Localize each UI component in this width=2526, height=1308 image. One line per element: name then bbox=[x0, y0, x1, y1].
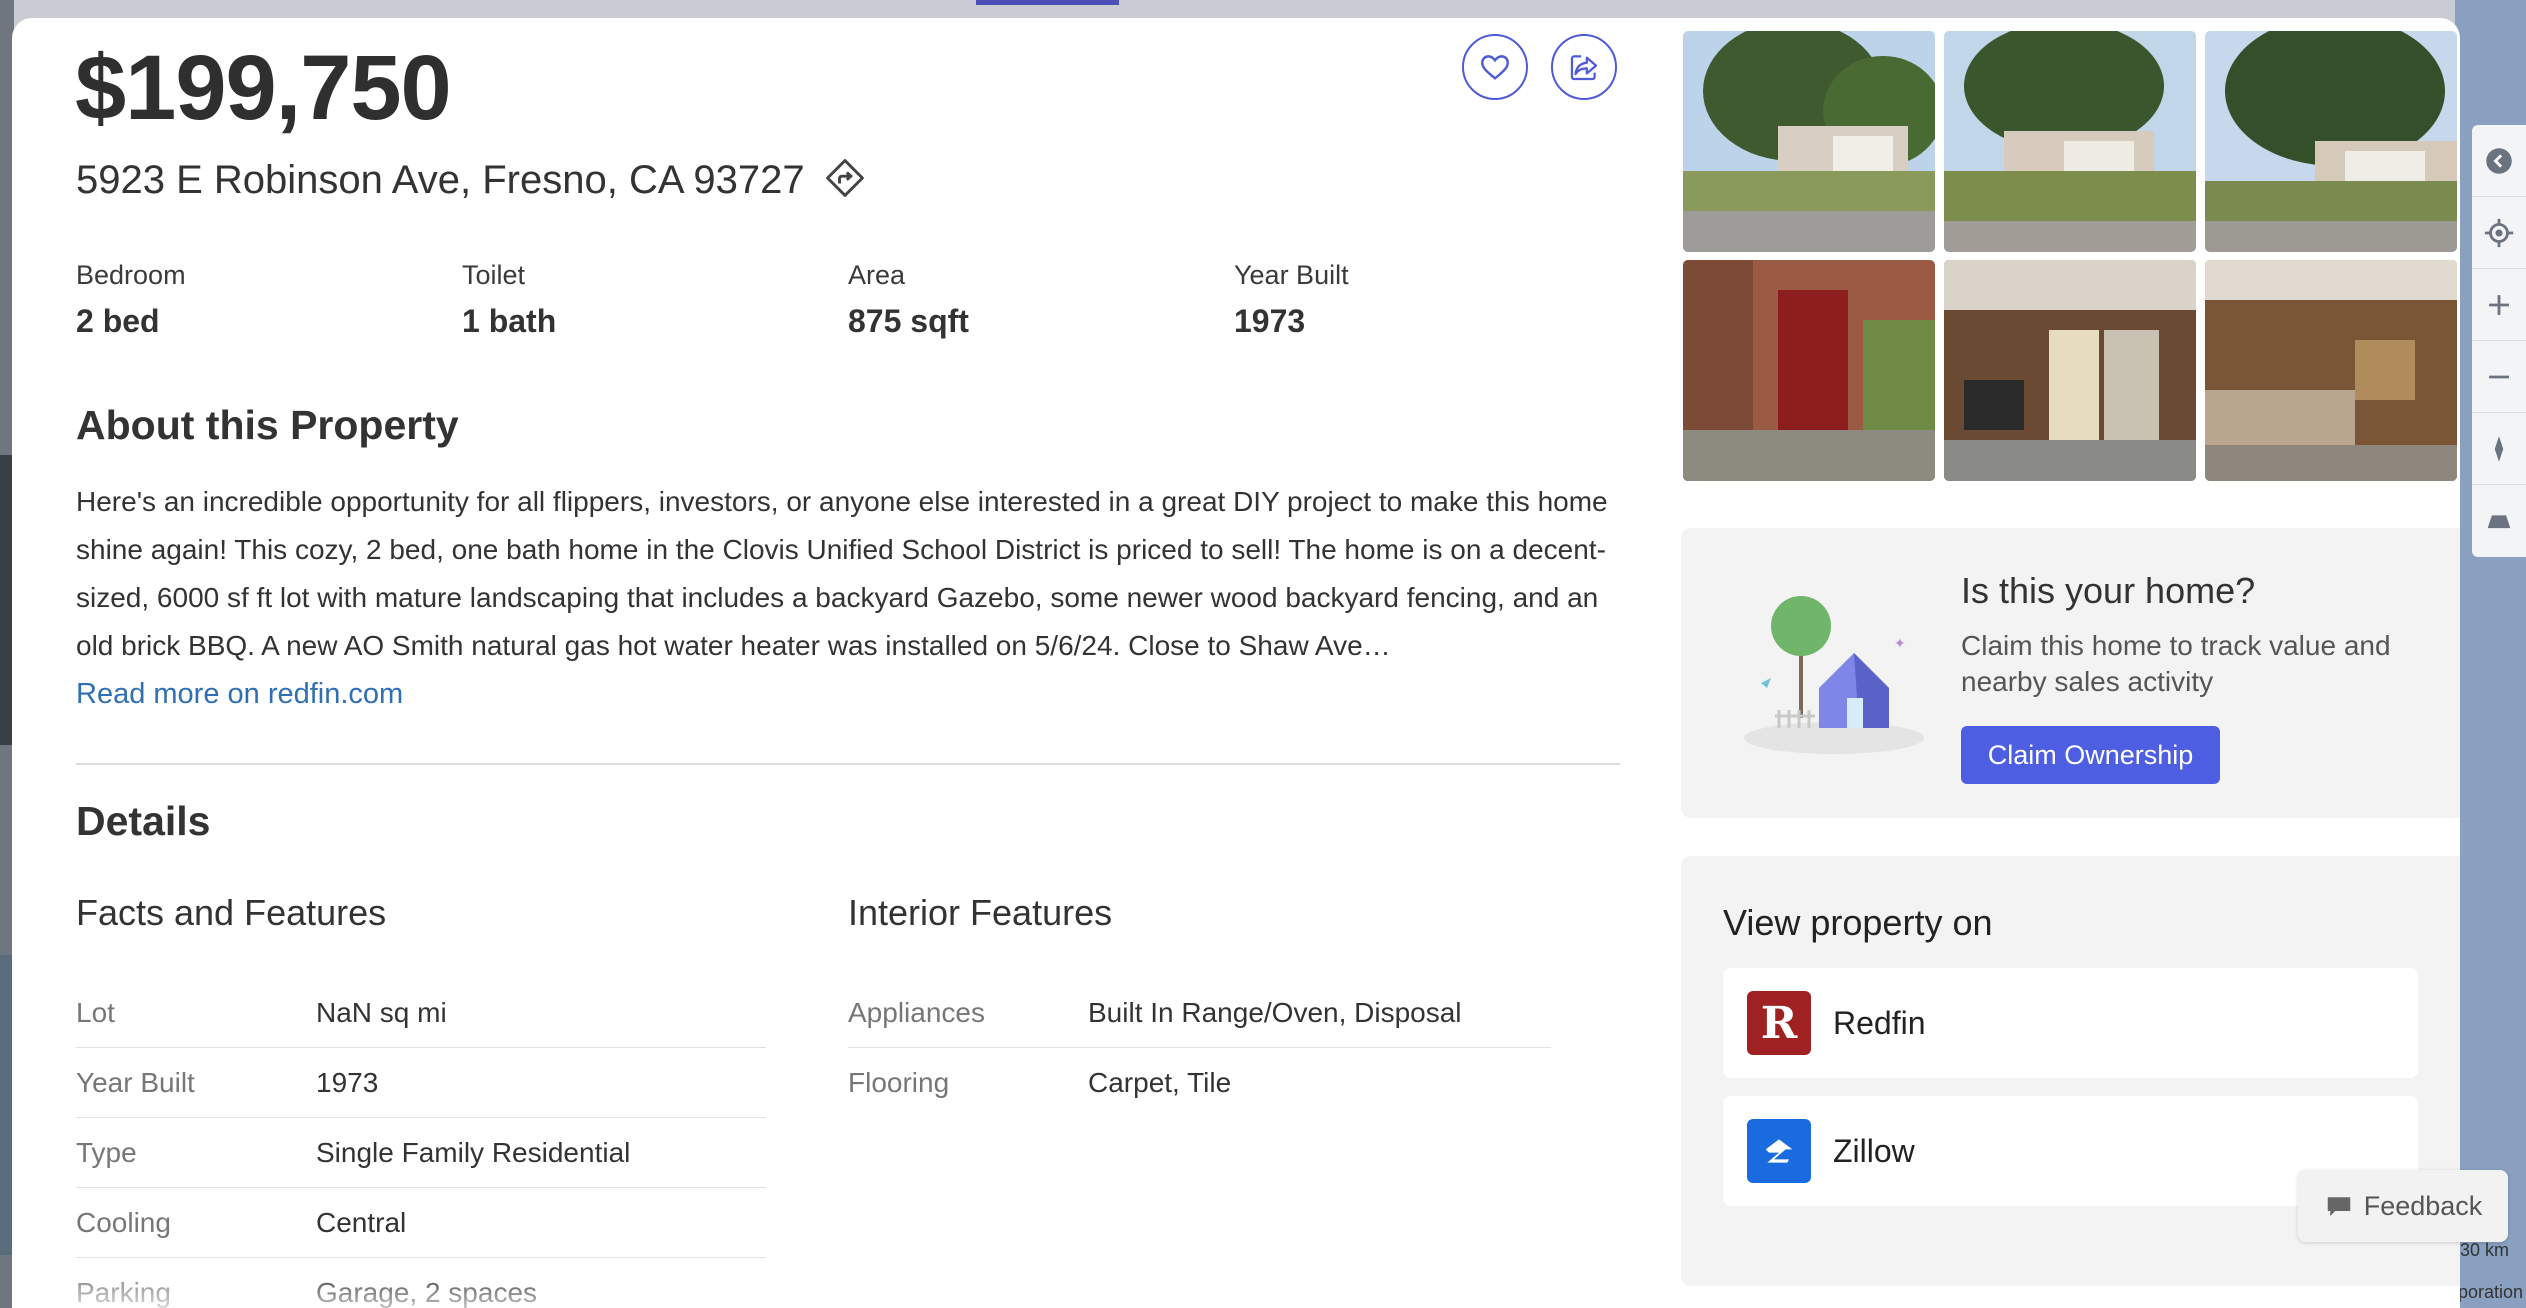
plus-icon bbox=[2489, 294, 2509, 315]
stat-value: 1973 bbox=[1234, 303, 1306, 339]
fact-key: Flooring bbox=[848, 1067, 950, 1098]
table-row: Flooring Carpet, Tile bbox=[848, 1048, 1551, 1118]
fact-key: Lot bbox=[76, 996, 115, 1028]
stat-label: Area bbox=[848, 260, 906, 290]
key-stats: Bedroom 2 bed Toilet 1 bath Area 875 sqf… bbox=[76, 260, 1620, 340]
read-more-link[interactable]: Read more on redfin.com bbox=[76, 670, 403, 718]
map-zoom-in-button[interactable] bbox=[2472, 269, 2526, 341]
facts-table: Lot NaN sq mi Year Built 1973 Type Singl… bbox=[76, 978, 766, 1308]
directions-icon[interactable] bbox=[823, 156, 867, 205]
stat-value: 875 sqft bbox=[848, 303, 969, 339]
redfin-logo-letter: R bbox=[1760, 997, 1798, 1049]
table-row: Appliances Built In Range/Oven, Disposal bbox=[848, 978, 1551, 1048]
fact-value: Central bbox=[316, 1206, 407, 1238]
property-detail-modal: $199,750 5923 E Robinson Ave, Fresno, CA… bbox=[12, 18, 2460, 1308]
stat-label: Toilet bbox=[462, 260, 526, 290]
minus-icon bbox=[2489, 375, 2509, 378]
fact-key: Appliances bbox=[848, 996, 985, 1028]
claim-subtitle: Claim this home to track value and nearb… bbox=[1961, 630, 2391, 697]
table-row: Lot NaN sq mi bbox=[76, 978, 766, 1048]
share-button[interactable] bbox=[1551, 34, 1617, 100]
house-illustration-icon: ✦ bbox=[1744, 596, 1924, 754]
compass-icon bbox=[2494, 435, 2504, 462]
site-name: Redfin bbox=[1833, 1004, 1926, 1041]
map-attribution: poration bbox=[2458, 1282, 2524, 1302]
listing-price: $199,750 bbox=[75, 37, 452, 139]
gallery-photo[interactable] bbox=[2205, 31, 2457, 252]
fact-value: 1973 bbox=[316, 1066, 379, 1098]
listing-address: 5923 E Robinson Ave, Fresno, CA 93727 bbox=[76, 158, 805, 202]
fact-value: Carpet, Tile bbox=[1088, 1067, 1232, 1098]
table-row: Cooling Central bbox=[76, 1188, 766, 1258]
chevron-left-icon bbox=[2486, 147, 2512, 174]
gallery-photo[interactable] bbox=[1944, 260, 2196, 481]
tilt-icon bbox=[2487, 515, 2511, 529]
map-zoom-out-button[interactable] bbox=[2472, 341, 2526, 413]
gallery-photo[interactable] bbox=[1683, 260, 1935, 481]
about-section: Here's an incredible opportunity for all… bbox=[76, 478, 1636, 718]
gallery-photo[interactable] bbox=[2205, 260, 2457, 481]
fact-key: Cooling bbox=[76, 1206, 171, 1238]
stat-value: 2 bed bbox=[76, 303, 160, 339]
share-icon bbox=[1570, 55, 1598, 81]
redfin-logo-icon: R bbox=[1747, 991, 1811, 1055]
claim-ownership-button[interactable]: Claim Ownership bbox=[1961, 726, 2220, 784]
stat-value: 1 bath bbox=[462, 303, 557, 339]
section-divider bbox=[76, 763, 1620, 765]
view-property-title: View property on bbox=[1723, 902, 1993, 943]
locate-icon bbox=[2484, 218, 2514, 247]
fact-value: NaN sq mi bbox=[316, 996, 447, 1028]
map-scale-label: 30 km bbox=[2460, 1240, 2510, 1260]
photo-gallery bbox=[1683, 31, 2460, 481]
site-name: Zillow bbox=[1833, 1132, 1915, 1169]
fact-key: Type bbox=[76, 1136, 137, 1168]
map-tilt-button[interactable] bbox=[2472, 485, 2526, 557]
chat-bubble-icon bbox=[2327, 1197, 2350, 1216]
address-row: 5923 E Robinson Ave, Fresno, CA 93727 bbox=[76, 156, 867, 205]
table-row: Year Built 1973 bbox=[76, 1048, 766, 1118]
active-tab-indicator bbox=[976, 0, 1119, 5]
stat-area: Area 875 sqft bbox=[848, 260, 1234, 340]
zillow-logo-icon bbox=[1747, 1119, 1811, 1183]
feedback-label: Feedback bbox=[2363, 1190, 2483, 1221]
map-controls bbox=[2472, 125, 2526, 557]
facts-features-title: Facts and Features bbox=[76, 892, 387, 933]
gallery-photo[interactable] bbox=[1683, 31, 1935, 252]
feedback-button[interactable]: Feedback bbox=[2298, 1170, 2508, 1242]
favorite-button[interactable] bbox=[1462, 34, 1528, 100]
map-compass-button[interactable] bbox=[2472, 413, 2526, 485]
fact-key: Parking bbox=[76, 1277, 171, 1308]
gallery-photo[interactable] bbox=[1944, 31, 2196, 252]
svg-text:✦: ✦ bbox=[1894, 636, 1906, 652]
stat-label: Bedroom bbox=[76, 260, 186, 290]
fact-value: Built In Range/Oven, Disposal bbox=[1088, 996, 1462, 1028]
claim-home-card: ✦ Is this your home? Claim this home to … bbox=[1681, 528, 2460, 818]
about-description: Here's an incredible opportunity for all… bbox=[76, 486, 1608, 661]
fact-value: Garage, 2 spaces bbox=[316, 1277, 538, 1308]
about-heading: About this Property bbox=[76, 402, 459, 448]
redfin-link[interactable]: R Redfin bbox=[1723, 968, 2418, 1078]
stat-toilet: Toilet 1 bath bbox=[462, 260, 848, 340]
stat-label: Year Built bbox=[1234, 260, 1349, 290]
table-row: Parking Garage, 2 spaces bbox=[76, 1258, 766, 1308]
map-locate-button[interactable] bbox=[2472, 197, 2526, 269]
details-heading: Details bbox=[76, 798, 211, 844]
stat-bedroom: Bedroom 2 bed bbox=[76, 260, 462, 340]
heart-icon bbox=[1481, 55, 1509, 80]
interior-features-title: Interior Features bbox=[848, 892, 1113, 933]
interior-table: Appliances Built In Range/Oven, Disposal… bbox=[848, 978, 1551, 1118]
table-row: Type Single Family Residential bbox=[76, 1118, 766, 1188]
claim-title: Is this your home? bbox=[1961, 570, 2256, 611]
fact-key: Year Built bbox=[76, 1066, 195, 1098]
fact-value: Single Family Residential bbox=[316, 1136, 631, 1168]
stat-year-built: Year Built 1973 bbox=[1234, 260, 1620, 340]
map-collapse-button[interactable] bbox=[2472, 125, 2526, 197]
